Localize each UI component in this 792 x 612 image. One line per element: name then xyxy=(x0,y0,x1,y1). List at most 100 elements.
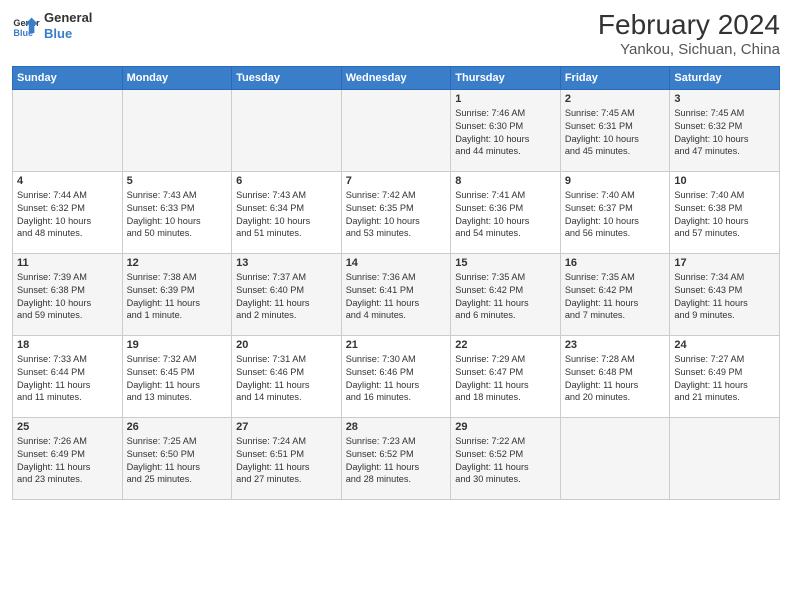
cell-w2-d0: 11 Sunrise: 7:39 AMSunset: 6:38 PMDayligh… xyxy=(13,253,123,335)
header-wednesday: Wednesday xyxy=(341,66,451,89)
cell-w2-d5: 16Sunrise: 7:35 AMSunset: 6:42 PMDayligh… xyxy=(560,253,670,335)
day-number: 10 xyxy=(674,175,775,187)
week-row-3: 18 Sunrise: 7:33 AMSunset: 6:44 PMDayligh… xyxy=(13,335,780,417)
cell-w1-d4: 8 Sunrise: 7:41 AMSunset: 6:36 PMDaylight… xyxy=(451,171,561,253)
cell-w1-d2: 6 Sunrise: 7:43 AMSunset: 6:34 PMDaylight… xyxy=(232,171,342,253)
day-number: 24 xyxy=(674,339,775,351)
main-title: February 2024 xyxy=(598,10,780,41)
header-friday: Friday xyxy=(560,66,670,89)
day-number: 2 xyxy=(565,93,666,105)
day-info: Sunrise: 7:38 AMSunset: 6:39 PMDaylight:… xyxy=(127,271,228,323)
cell-w2-d3: 14Sunrise: 7:36 AMSunset: 6:41 PMDayligh… xyxy=(341,253,451,335)
header: General Blue General Blue February 2024 … xyxy=(12,10,780,58)
day-number: 23 xyxy=(565,339,666,351)
cell-w0-d3 xyxy=(341,89,451,171)
cell-w1-d0: 4 Sunrise: 7:44 AMSunset: 6:32 PMDaylight… xyxy=(13,171,123,253)
day-number: 4 xyxy=(17,175,118,187)
day-info: Sunrise: 7:29 AMSunset: 6:47 PMDaylight:… xyxy=(455,353,556,405)
day-number: 28 xyxy=(346,421,447,433)
cell-w3-d2: 20 Sunrise: 7:31 AMSunset: 6:46 PMDayligh… xyxy=(232,335,342,417)
calendar-table: Sunday Monday Tuesday Wednesday Thursday… xyxy=(12,66,780,500)
week-row-0: 1 Sunrise: 7:46 AMSunset: 6:30 PMDaylight… xyxy=(13,89,780,171)
day-number: 27 xyxy=(236,421,337,433)
day-info: Sunrise: 7:25 AMSunset: 6:50 PMDaylight:… xyxy=(127,435,228,487)
day-number: 1 xyxy=(455,93,556,105)
cell-w0-d6: 3 Sunrise: 7:45 AMSunset: 6:32 PMDaylight… xyxy=(670,89,780,171)
header-sunday: Sunday xyxy=(13,66,123,89)
cell-w4-d1: 26 Sunrise: 7:25 AMSunset: 6:50 PMDayligh… xyxy=(122,417,232,499)
cell-w4-d5 xyxy=(560,417,670,499)
day-number: 5 xyxy=(127,175,228,187)
day-info: Sunrise: 7:31 AMSunset: 6:46 PMDaylight:… xyxy=(236,353,337,405)
day-info: Sunrise: 7:35 AMSunset: 6:42 PMDaylight:… xyxy=(565,271,666,323)
header-monday: Monday xyxy=(122,66,232,89)
cell-w1-d1: 5 Sunrise: 7:43 AMSunset: 6:33 PMDaylight… xyxy=(122,171,232,253)
day-number: 7 xyxy=(346,175,447,187)
week-row-1: 4 Sunrise: 7:44 AMSunset: 6:32 PMDaylight… xyxy=(13,171,780,253)
day-number: 3 xyxy=(674,93,775,105)
day-info: Sunrise: 7:34 AMSunset: 6:43 PMDaylight:… xyxy=(674,271,775,323)
day-info: Sunrise: 7:45 AMSunset: 6:32 PMDaylight:… xyxy=(674,107,775,159)
day-info: Sunrise: 7:33 AMSunset: 6:44 PMDaylight:… xyxy=(17,353,118,405)
cell-w4-d0: 25 Sunrise: 7:26 AMSunset: 6:49 PMDayligh… xyxy=(13,417,123,499)
day-info: Sunrise: 7:43 AMSunset: 6:34 PMDaylight:… xyxy=(236,189,337,241)
day-info: Sunrise: 7:23 AMSunset: 6:52 PMDaylight:… xyxy=(346,435,447,487)
title-block: February 2024 Yankou, Sichuan, China xyxy=(598,10,780,58)
day-info: Sunrise: 7:46 AMSunset: 6:30 PMDaylight:… xyxy=(455,107,556,159)
day-info: Sunrise: 7:22 AMSunset: 6:52 PMDaylight:… xyxy=(455,435,556,487)
header-thursday: Thursday xyxy=(451,66,561,89)
day-info: Sunrise: 7:44 AMSunset: 6:32 PMDaylight:… xyxy=(17,189,118,241)
day-info: Sunrise: 7:42 AMSunset: 6:35 PMDaylight:… xyxy=(346,189,447,241)
day-number: 22 xyxy=(455,339,556,351)
day-info: Sunrise: 7:24 AMSunset: 6:51 PMDaylight:… xyxy=(236,435,337,487)
day-number: 21 xyxy=(346,339,447,351)
day-number: 13 xyxy=(236,257,337,269)
cell-w0-d2 xyxy=(232,89,342,171)
day-number: 18 xyxy=(17,339,118,351)
logo-line1: General xyxy=(44,10,92,26)
day-number: 8 xyxy=(455,175,556,187)
cell-w0-d5: 2Sunrise: 7:45 AMSunset: 6:31 PMDaylight… xyxy=(560,89,670,171)
cell-w4-d6 xyxy=(670,417,780,499)
day-number: 29 xyxy=(455,421,556,433)
day-info: Sunrise: 7:41 AMSunset: 6:36 PMDaylight:… xyxy=(455,189,556,241)
cell-w3-d3: 21 Sunrise: 7:30 AMSunset: 6:46 PMDayligh… xyxy=(341,335,451,417)
day-number: 12 xyxy=(127,257,228,269)
day-number: 15 xyxy=(455,257,556,269)
cell-w2-d1: 12 Sunrise: 7:38 AMSunset: 6:39 PMDayligh… xyxy=(122,253,232,335)
cell-w0-d1 xyxy=(122,89,232,171)
day-header-row: Sunday Monday Tuesday Wednesday Thursday… xyxy=(13,66,780,89)
cell-w4-d3: 28 Sunrise: 7:23 AMSunset: 6:52 PMDayligh… xyxy=(341,417,451,499)
cell-w4-d2: 27 Sunrise: 7:24 AMSunset: 6:51 PMDayligh… xyxy=(232,417,342,499)
header-tuesday: Tuesday xyxy=(232,66,342,89)
day-info: Sunrise: 7:39 AMSunset: 6:38 PMDaylight:… xyxy=(17,271,118,323)
day-number: 11 xyxy=(17,257,118,269)
day-number: 9 xyxy=(565,175,666,187)
day-number: 26 xyxy=(127,421,228,433)
day-info: Sunrise: 7:36 AMSunset: 6:41 PMDaylight:… xyxy=(346,271,447,323)
day-number: 19 xyxy=(127,339,228,351)
cell-w3-d5: 23Sunrise: 7:28 AMSunset: 6:48 PMDayligh… xyxy=(560,335,670,417)
day-info: Sunrise: 7:43 AMSunset: 6:33 PMDaylight:… xyxy=(127,189,228,241)
cell-w3-d4: 22 Sunrise: 7:29 AMSunset: 6:47 PMDayligh… xyxy=(451,335,561,417)
sub-title: Yankou, Sichuan, China xyxy=(598,41,780,58)
day-number: 20 xyxy=(236,339,337,351)
cell-w0-d0 xyxy=(13,89,123,171)
day-info: Sunrise: 7:40 AMSunset: 6:38 PMDaylight:… xyxy=(674,189,775,241)
day-info: Sunrise: 7:40 AMSunset: 6:37 PMDaylight:… xyxy=(565,189,666,241)
day-number: 25 xyxy=(17,421,118,433)
cell-w1-d5: 9 Sunrise: 7:40 AMSunset: 6:37 PMDaylight… xyxy=(560,171,670,253)
day-number: 6 xyxy=(236,175,337,187)
cell-w1-d3: 7 Sunrise: 7:42 AMSunset: 6:35 PMDaylight… xyxy=(341,171,451,253)
day-info: Sunrise: 7:26 AMSunset: 6:49 PMDaylight:… xyxy=(17,435,118,487)
logo-line2: Blue xyxy=(44,26,92,42)
cell-w1-d6: 10 Sunrise: 7:40 AMSunset: 6:38 PMDayligh… xyxy=(670,171,780,253)
day-info: Sunrise: 7:32 AMSunset: 6:45 PMDaylight:… xyxy=(127,353,228,405)
cell-w3-d1: 19 Sunrise: 7:32 AMSunset: 6:45 PMDayligh… xyxy=(122,335,232,417)
week-row-4: 25 Sunrise: 7:26 AMSunset: 6:49 PMDayligh… xyxy=(13,417,780,499)
header-saturday: Saturday xyxy=(670,66,780,89)
cell-w3-d0: 18 Sunrise: 7:33 AMSunset: 6:44 PMDayligh… xyxy=(13,335,123,417)
day-info: Sunrise: 7:30 AMSunset: 6:46 PMDaylight:… xyxy=(346,353,447,405)
logo: General Blue General Blue xyxy=(12,10,92,41)
cell-w0-d4: 1 Sunrise: 7:46 AMSunset: 6:30 PMDaylight… xyxy=(451,89,561,171)
